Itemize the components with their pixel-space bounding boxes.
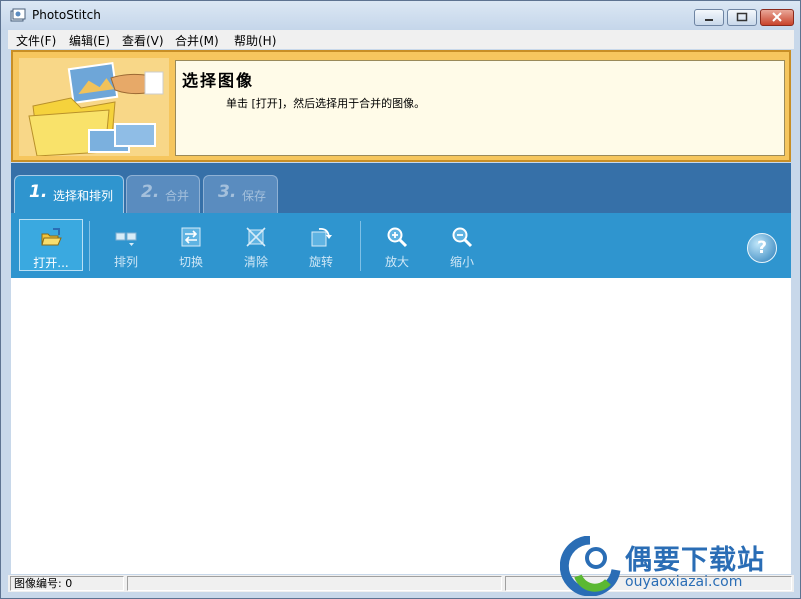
status-image-count: 图像编号: 0: [14, 577, 73, 590]
tab-select-and-arrange[interactable]: 1. 选择和排列: [14, 175, 124, 213]
rotate-button[interactable]: 旋转: [293, 219, 349, 271]
zoom-out-icon: [452, 227, 473, 248]
tab-label: 保存: [242, 189, 267, 203]
open-folder-icon: [41, 228, 62, 246]
zoom-in-icon: [387, 227, 408, 248]
tab-save[interactable]: 3. 保存: [203, 175, 278, 213]
zoom-in-button-label: 放大: [384, 255, 409, 269]
image-workspace[interactable]: [11, 278, 791, 574]
menu-bar: 文件(F) 编辑(E) 查看(V) 合并(M) 帮助(H): [8, 30, 794, 49]
arrange-button[interactable]: 排列: [98, 219, 154, 271]
rotate-button-label: 旋转: [308, 255, 333, 269]
open-button[interactable]: 打开...: [19, 219, 83, 271]
swap-button-label: 切换: [178, 255, 203, 269]
zoom-out-button[interactable]: 缩小: [434, 219, 490, 271]
arrange-button-label: 排列: [113, 255, 138, 269]
watermark-logo: [560, 536, 621, 596]
watermark-title: 偶要下载站: [625, 545, 765, 576]
photo-folder-illustration: [19, 58, 169, 156]
step-instruction: 单击 [打开]，然后选择用于合并的图像。: [226, 97, 426, 110]
zoom-in-button[interactable]: 放大: [369, 219, 425, 271]
window-title: PhotoStitch: [32, 8, 101, 22]
watermark-url: ouyaoxiazai.com: [625, 574, 743, 590]
toolbar: 打开... 排列 切换 清除 旋转 放大 缩小 ?: [11, 213, 791, 278]
arrange-icon: [115, 232, 137, 246]
menu-merge[interactable]: 合并(M): [175, 32, 219, 49]
tab-merge[interactable]: 2. 合并: [126, 175, 200, 213]
close-icon: [772, 12, 782, 22]
menu-view[interactable]: 查看(V): [122, 32, 164, 49]
close-button[interactable]: [760, 9, 794, 26]
swap-icon: [181, 227, 201, 247]
menu-file[interactable]: 文件(F): [16, 32, 56, 49]
help-button[interactable]: ?: [747, 233, 777, 263]
tab-label: 合并: [165, 189, 190, 203]
swap-button[interactable]: 切换: [163, 219, 219, 271]
rotate-icon: [311, 228, 332, 247]
site-watermark: 偶要下载站 ouyaoxiazai.com: [560, 536, 800, 596]
tab-label: 选择和排列: [53, 189, 114, 203]
step-header: 选择图像 单击 [打开]，然后选择用于合并的图像。: [11, 50, 791, 162]
clear-button-label: 清除: [243, 255, 268, 269]
clear-button[interactable]: 清除: [228, 219, 284, 271]
tab-number: 1.: [29, 182, 48, 202]
maximize-button[interactable]: [727, 9, 757, 26]
zoom-out-button-label: 缩小: [449, 255, 474, 269]
maximize-icon: [736, 12, 748, 22]
menu-help[interactable]: 帮助(H): [234, 32, 276, 49]
clear-icon: [246, 227, 266, 247]
step-description-panel: 选择图像 单击 [打开]，然后选择用于合并的图像。: [175, 60, 785, 156]
minimize-icon: [705, 19, 713, 21]
status-image-count-cell: 图像编号: 0: [10, 576, 124, 591]
minimize-button[interactable]: [694, 9, 724, 26]
toolbar-separator: [360, 221, 361, 271]
photostitch-app-icon: [10, 8, 26, 22]
open-button-label: 打开...: [33, 256, 69, 270]
step-tabs: 1. 选择和排列 2. 合并 3. 保存: [11, 163, 791, 213]
tab-number: 2.: [141, 182, 160, 202]
toolbar-separator: [89, 221, 90, 271]
menu-edit[interactable]: 编辑(E): [69, 32, 110, 49]
status-cell: [127, 576, 502, 591]
title-bar[interactable]: PhotoStitch: [1, 1, 800, 30]
app-window: PhotoStitch 文件(F) 编辑(E) 查看(V) 合并(M) 帮助(H…: [0, 0, 801, 599]
step-title: 选择图像: [182, 71, 255, 90]
tab-number: 3.: [218, 182, 237, 202]
